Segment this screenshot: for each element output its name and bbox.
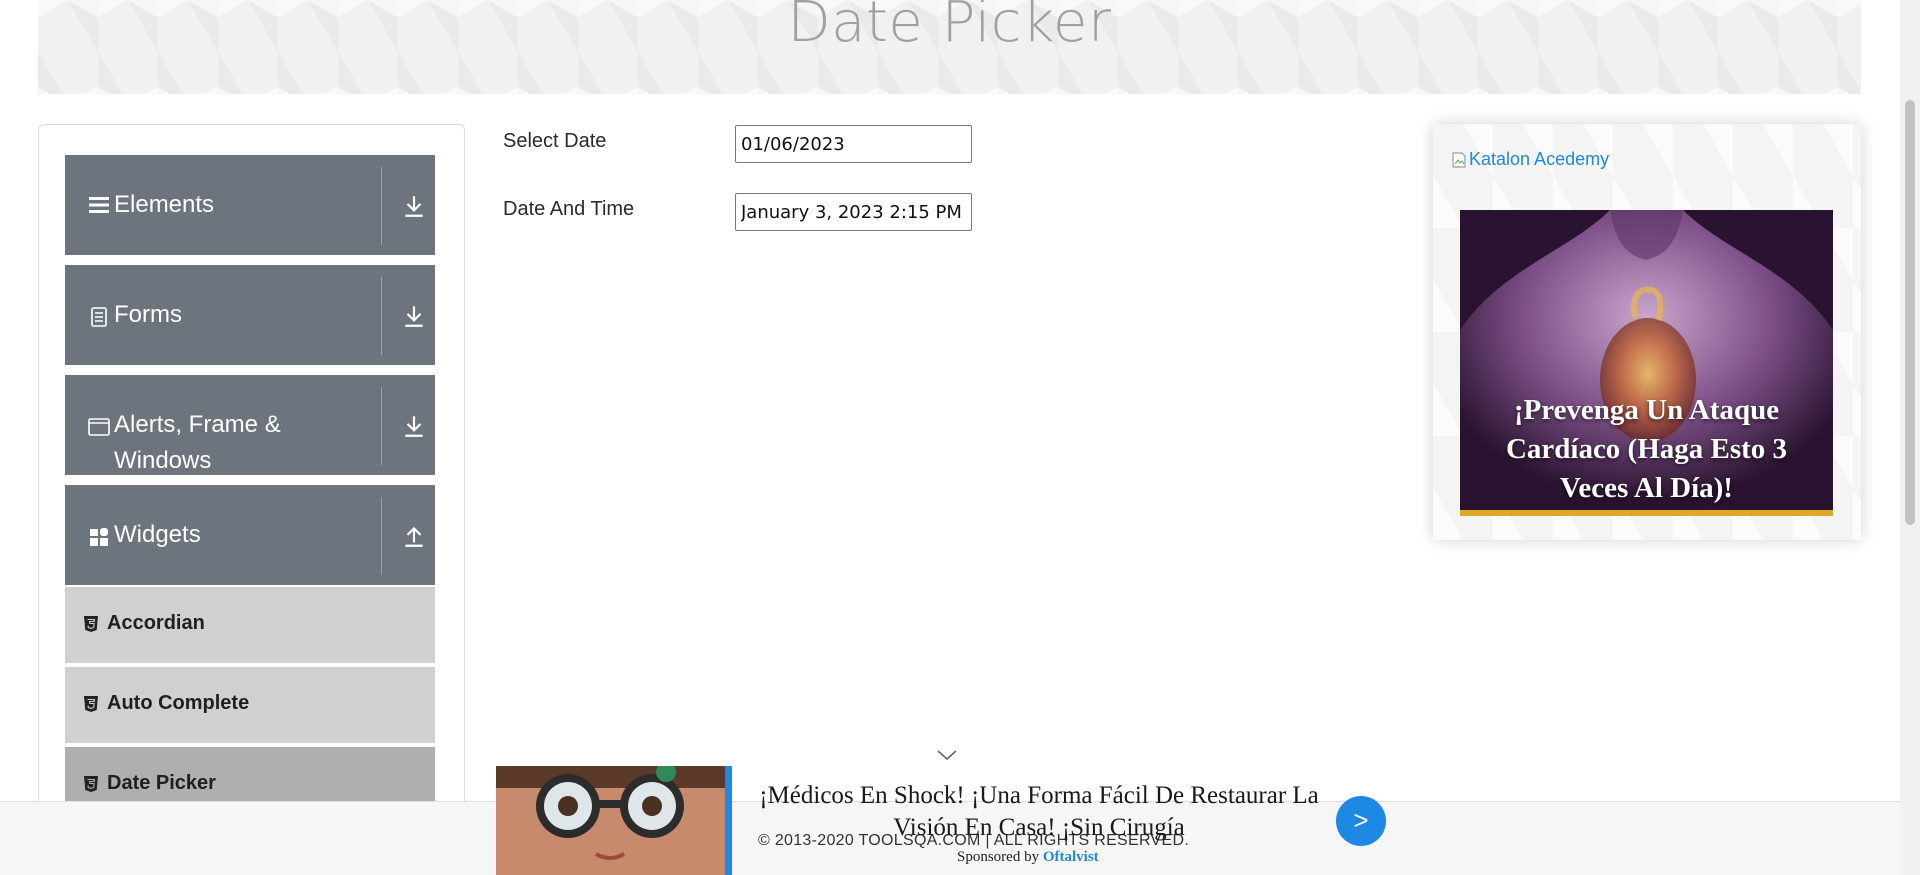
- ad-next-button[interactable]: >: [1336, 796, 1386, 846]
- sponsored-by: Sponsored by Oftalvist: [957, 849, 1099, 866]
- window-icon: [88, 418, 110, 436]
- sidebar-group-label: Elements: [114, 191, 215, 218]
- download-icon[interactable]: [401, 413, 427, 439]
- divider: [381, 277, 382, 355]
- sidebar-group-label: Widgets: [114, 521, 201, 548]
- bottom-ad-headline[interactable]: ¡Médicos En Shock! ¡Una Forma Fácil De R…: [744, 780, 1334, 844]
- sidebar-group-forms[interactable]: Forms: [65, 265, 435, 365]
- select-date-label: Select Date: [503, 130, 607, 152]
- html5-icon: [84, 776, 98, 792]
- vertical-scrollbar[interactable]: [1900, 0, 1920, 875]
- katalon-academy-link[interactable]: Katalon Acedemy: [1451, 149, 1609, 170]
- download-icon[interactable]: [401, 303, 427, 329]
- sidebar-item-accordian[interactable]: Accordian: [65, 585, 435, 663]
- eye-exam-image: [496, 766, 725, 875]
- sidebar-group-elements[interactable]: Elements: [65, 155, 435, 255]
- date-and-time-input[interactable]: [735, 193, 972, 231]
- sidebar-group-alerts[interactable]: Alerts, Frame & Windows: [65, 375, 435, 475]
- accent-bar: [725, 766, 732, 875]
- sidebar-item-label: Date Picker: [107, 772, 216, 794]
- bottom-ad[interactable]: ¡Médicos En Shock! ¡Una Forma Fácil De R…: [496, 766, 1386, 875]
- page-title: Date Picker: [787, 0, 1112, 55]
- sidebar-group-widgets[interactable]: Widgets: [65, 485, 435, 585]
- download-icon[interactable]: [401, 193, 427, 219]
- heart-ad-image[interactable]: ¡Prevenga Un Ataque Cardíaco (Haga Esto …: [1460, 210, 1833, 516]
- chevron-down-icon[interactable]: [936, 748, 958, 762]
- eye-exam-thumbnail[interactable]: [496, 766, 725, 875]
- sponsor-link[interactable]: Oftalvist: [1043, 849, 1099, 865]
- side-ad: Katalon Acedemy ¡Prevenga Un Ataque Card…: [1433, 124, 1861, 540]
- sidebar-item-auto-complete[interactable]: Auto Complete: [65, 665, 435, 743]
- sidebar-group-label: Forms: [114, 301, 182, 328]
- gold-bar: [1460, 510, 1833, 516]
- divider: [381, 387, 382, 465]
- select-date-input[interactable]: [735, 125, 972, 163]
- date-and-time-label: Date And Time: [503, 198, 635, 220]
- upload-icon[interactable]: [401, 523, 427, 549]
- broken-image-alt: Katalon Acedemy: [1469, 149, 1610, 169]
- html5-icon: [84, 696, 98, 712]
- sidebar-group-label: Alerts, Frame &: [114, 411, 281, 438]
- divider: [381, 497, 382, 575]
- header-banner: Date Picker: [38, 0, 1861, 94]
- broken-image-icon: [1452, 152, 1466, 167]
- grid-icon: [90, 528, 108, 546]
- sponsored-by-label: Sponsored by: [957, 849, 1040, 865]
- sidebar-group-label-line2: Windows: [114, 447, 212, 474]
- html5-icon: [84, 616, 98, 632]
- hamburger-icon: [89, 197, 109, 213]
- divider: [381, 167, 382, 245]
- heart-ad-headline: ¡Prevenga Un Ataque Cardíaco (Haga Esto …: [1505, 394, 1788, 504]
- sidebar-item-label: Auto Complete: [107, 692, 250, 714]
- document-icon: [91, 307, 107, 327]
- scrollbar-thumb[interactable]: [1905, 100, 1915, 525]
- sidebar: Elements Forms Alerts, Frame & Windows W…: [38, 124, 465, 875]
- sidebar-item-label: Accordian: [107, 612, 205, 634]
- page: Date Picker Elements Forms Alerts, Frame…: [0, 0, 1920, 875]
